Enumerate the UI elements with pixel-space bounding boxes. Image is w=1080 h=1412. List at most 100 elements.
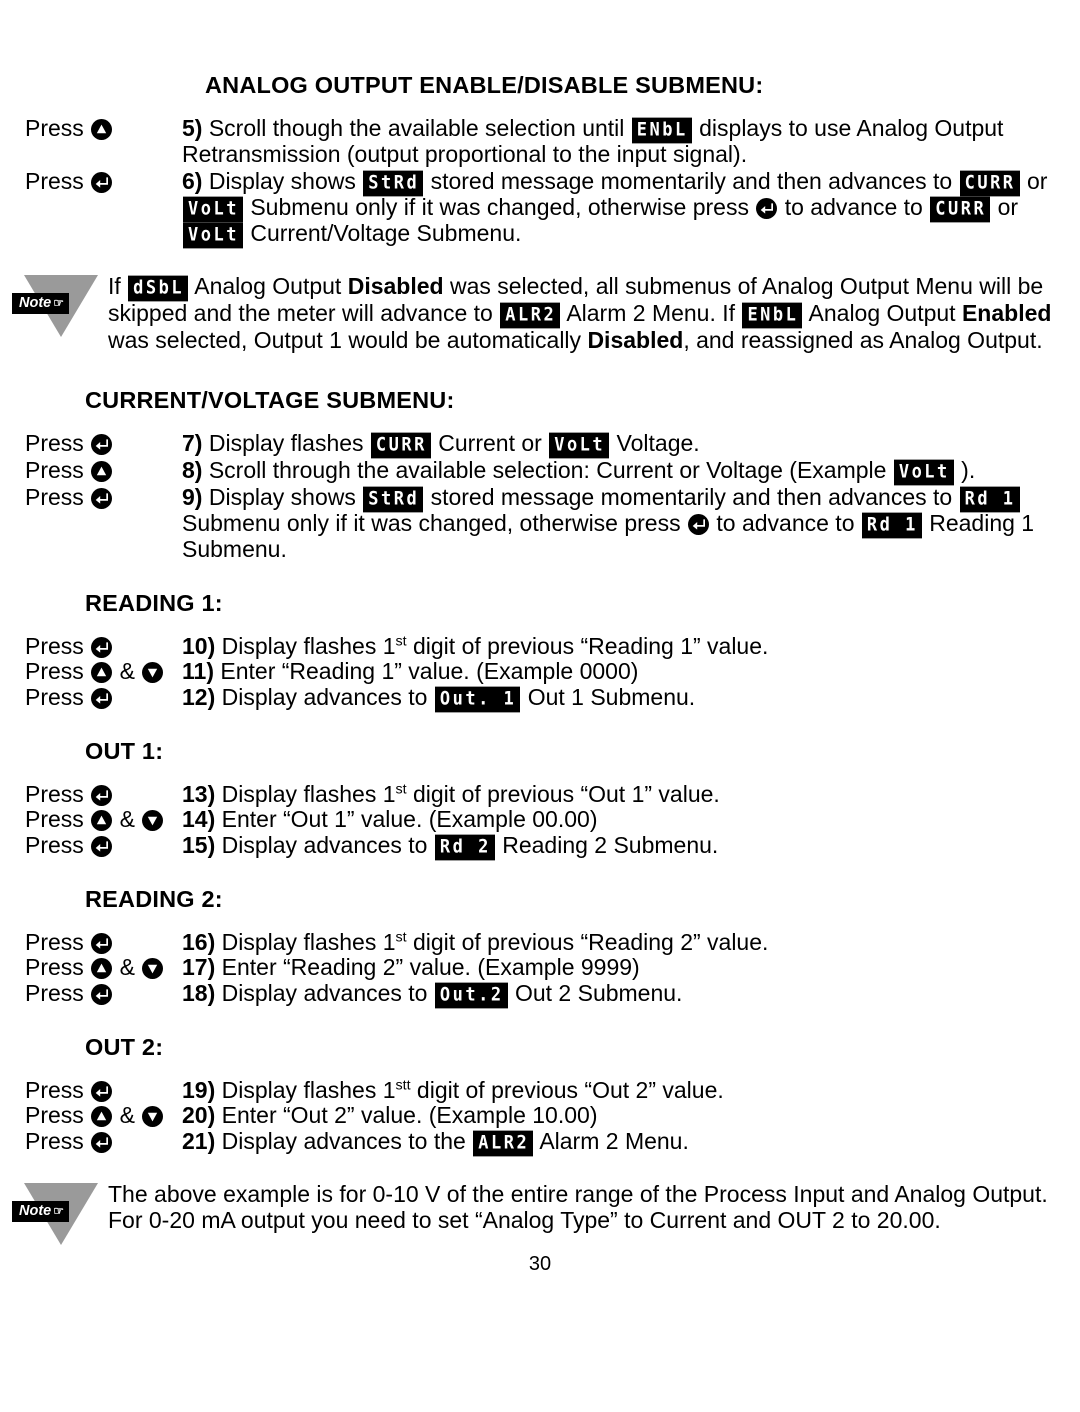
step-text-10b: digit of previous “Reading 1” value. (406, 632, 769, 659)
enter-key-icon[interactable] (756, 197, 778, 219)
steps-out-1: Press 13) Display flashes 1st digit of p… (0, 780, 1080, 860)
down-arrow-key-icon[interactable] (142, 662, 164, 683)
lcd-rd1-2: Rd 1 (861, 512, 922, 539)
step-body-11: 11) Enter “Reading 1” value. (Example 00… (182, 658, 1080, 685)
step-number-15: 15) (182, 831, 216, 858)
step-number-5: 5) (182, 115, 203, 141)
step-text-6e: to advance to (784, 193, 923, 220)
note-badge: Note ☞ (12, 292, 69, 314)
lcd-curr: CURR (959, 170, 1020, 196)
step-text-6c: or (1026, 167, 1048, 194)
enter-key-icon[interactable] (91, 687, 113, 709)
up-arrow-key-icon[interactable] (91, 662, 113, 683)
step-text-15a: Display advances to (221, 831, 428, 858)
enter-key-icon[interactable] (91, 434, 113, 455)
step-text-18b: Out 2 Submenu. (514, 979, 683, 1006)
step-body-10: 10) Display flashes 1st digit of previou… (182, 632, 1080, 660)
steps-out-2: Press 19) Display flashes 1stt digit of … (0, 1076, 1080, 1156)
step-row-21: Press 21) Display advances to the ALR2 A… (0, 1127, 1080, 1156)
note-badge-label: Note (19, 1202, 52, 1219)
lcd-enbl: ENbL (631, 117, 692, 144)
step-body-13: 13) Display flashes 1st digit of previou… (182, 780, 1080, 808)
step-body-18: 18) Display advances to Out.2 Out 2 Subm… (182, 979, 1080, 1008)
step-text-12b: Out 1 Submenu. (527, 683, 696, 710)
enter-key-icon[interactable] (91, 932, 113, 954)
heading-analog-output-submenu: ANALOG OUTPUT ENABLE/DISABLE SUBMENU: (205, 72, 764, 98)
up-arrow-key-icon[interactable] (91, 810, 113, 831)
enter-key-icon[interactable] (91, 835, 113, 857)
step-text-16a: Display flashes 1 (221, 928, 396, 955)
enter-key-icon[interactable] (91, 784, 113, 806)
press-label-20: Press & (0, 1102, 182, 1129)
step-text-9b: stored message momentarily and then adva… (430, 484, 953, 510)
note1-g: , and reassigned as Analog Output. (683, 326, 1043, 353)
steps-analog-output: Press 5) Scroll though the available sel… (0, 115, 1080, 248)
lcd-alr2-2: ALR2 (473, 1130, 534, 1156)
press-label-9: Press (0, 484, 182, 511)
enter-key-icon[interactable] (91, 636, 113, 658)
pointing-hand-icon: ☞ (53, 1203, 64, 1218)
step-number-16: 16) (182, 928, 216, 955)
press-word: Press (25, 115, 84, 141)
step-text-6f: or (997, 193, 1019, 220)
down-arrow-key-icon[interactable] (142, 958, 164, 979)
step-text-21b: Alarm 2 Menu. (539, 1127, 689, 1154)
step-number-10: 10) (182, 632, 216, 659)
step-text-20a: Enter “Out 2” value. (Example 10.00) (221, 1102, 598, 1128)
ordinal-suffix: stt (395, 1076, 411, 1093)
steps-current-voltage: Press 7) Display flashes CURR Current or… (0, 430, 1080, 563)
enter-key-icon[interactable] (91, 171, 113, 193)
press-word: Press (25, 806, 84, 832)
step-text-12a: Display advances to (221, 683, 428, 710)
step-text-19a: Display flashes 1 (221, 1076, 396, 1103)
step-row-15: Press 15) Display advances to Rd 2 Readi… (0, 831, 1080, 860)
down-arrow-key-icon[interactable] (142, 810, 164, 831)
note-badge-label: Note (19, 294, 52, 311)
note1-bold-disabled-2: Disabled (587, 326, 684, 353)
step-row-12: Press 12) Display advances to Out. 1 Out… (0, 683, 1080, 712)
press-word: Press (25, 167, 84, 194)
step-number-18: 18) (182, 979, 216, 1006)
press-label-8: Press (0, 457, 182, 484)
heading-current-voltage-submenu: CURRENT/VOLTAGE SUBMENU: (85, 387, 455, 413)
up-arrow-key-icon[interactable] (91, 461, 113, 482)
press-word: Press (25, 484, 84, 510)
step-number-7: 7) (182, 430, 203, 456)
up-arrow-key-icon[interactable] (91, 958, 113, 979)
down-arrow-key-icon[interactable] (142, 1106, 164, 1127)
note1-a: If (108, 272, 121, 299)
lcd-strd: StRd (363, 170, 424, 196)
step-text-8a: Scroll through the available selection: … (208, 457, 887, 483)
step-text-6a: Display shows (208, 167, 356, 194)
step-row-11: Press & 11) Enter “Reading 1” value. (Ex… (0, 658, 1080, 685)
enter-key-icon[interactable] (91, 488, 113, 509)
step-text-13b: digit of previous “Out 1” value. (406, 780, 720, 807)
step-number-21: 21) (182, 1127, 216, 1154)
heading-out-2: OUT 2: (85, 1033, 164, 1060)
step-row-5: Press 5) Scroll though the available sel… (0, 115, 1080, 168)
note1-b: Analog Output (194, 272, 342, 299)
lcd-volt-3: VoLt (549, 432, 610, 459)
enter-key-icon[interactable] (91, 1131, 113, 1153)
press-word: Press (25, 1102, 84, 1128)
step-body-12: 12) Display advances to Out. 1 Out 1 Sub… (182, 683, 1080, 712)
steps-reading-1: Press 10) Display flashes 1st digit of p… (0, 632, 1080, 712)
lcd-strd-2: StRd (363, 486, 424, 513)
press-label-17: Press & (0, 954, 182, 981)
step-text-10a: Display flashes 1 (221, 632, 396, 659)
step-text-6d: Submenu only if it was changed, otherwis… (250, 193, 749, 220)
enter-key-icon[interactable] (91, 983, 113, 1005)
steps-reading-2: Press 16) Display flashes 1st digit of p… (0, 928, 1080, 1008)
up-arrow-key-icon[interactable] (91, 119, 113, 140)
enter-key-icon[interactable] (91, 1080, 113, 1102)
ampersand: & (119, 954, 135, 980)
up-arrow-key-icon[interactable] (91, 1106, 113, 1127)
step-row-14: Press & 14) Enter “Out 1” value. (Exampl… (0, 806, 1080, 833)
lcd-enbl-2: ENbL (742, 302, 803, 328)
lcd-out2: Out.2 (434, 982, 508, 1008)
enter-key-icon[interactable] (688, 514, 709, 535)
step-number-12: 12) (182, 683, 216, 710)
press-word: Press (25, 430, 84, 456)
step-text-17a: Enter “Reading 2” value. (Example 9999) (221, 954, 640, 980)
note-text-analog-disabled: If dSbL Analog Output Disabled was selec… (108, 273, 1080, 354)
